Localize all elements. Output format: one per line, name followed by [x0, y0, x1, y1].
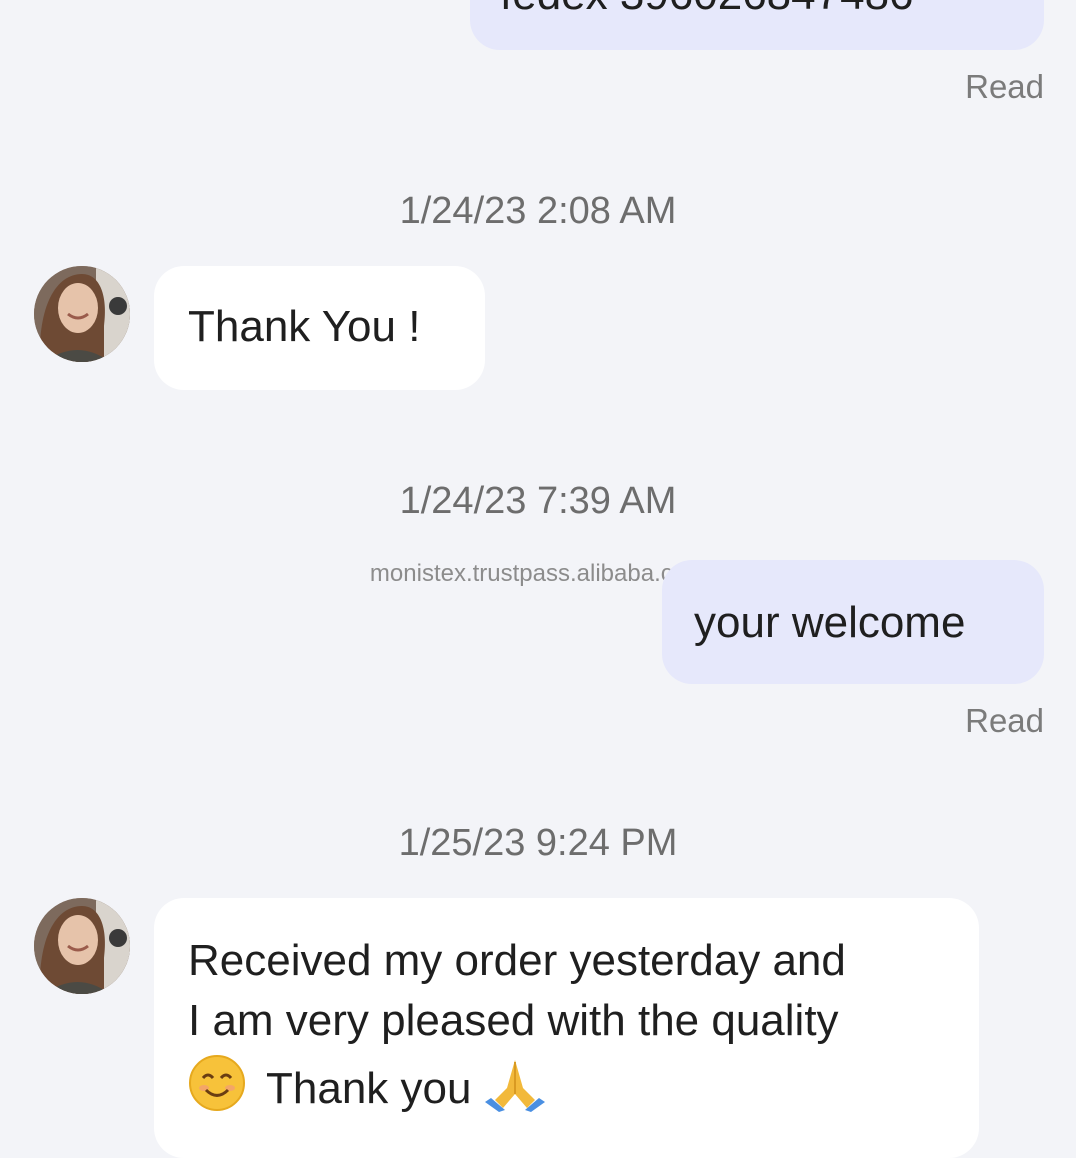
avatar-image	[34, 898, 130, 994]
message-timestamp: 1/25/23 9:24 PM	[398, 822, 678, 864]
outgoing-message-bubble[interactable]: fedex 396026847486	[470, 0, 1044, 50]
message-line-with-emoji: Thank you	[188, 1054, 546, 1123]
message-text: fedex 396026847486	[500, 0, 914, 20]
read-status: Read	[965, 68, 1044, 105]
folded-hands-icon	[485, 1054, 546, 1123]
message-text: Thank You !	[188, 302, 421, 351]
read-status: Read	[965, 702, 1044, 739]
incoming-message-bubble[interactable]: Received my order yesterday and I am ver…	[154, 898, 979, 1158]
message-timestamp: 1/24/23 7:39 AM	[399, 480, 677, 522]
avatar[interactable]	[34, 266, 130, 362]
avatar-image	[34, 266, 130, 362]
message-line: Received my order yesterday and	[188, 936, 846, 985]
message-line: I am very pleased with the quality	[188, 996, 839, 1045]
chat-thread: fedex 396026847486 Read 1/24/23 2:08 AM …	[0, 0, 1076, 1158]
message-text: Thank you	[266, 1063, 472, 1113]
smiling-face-icon	[188, 1054, 246, 1123]
message-text: your welcome	[694, 598, 966, 647]
outgoing-message-bubble[interactable]: your welcome	[662, 560, 1044, 684]
avatar[interactable]	[34, 898, 130, 994]
message-timestamp: 1/24/23 2:08 AM	[399, 190, 677, 232]
incoming-message-bubble[interactable]: Thank You !	[154, 266, 485, 390]
